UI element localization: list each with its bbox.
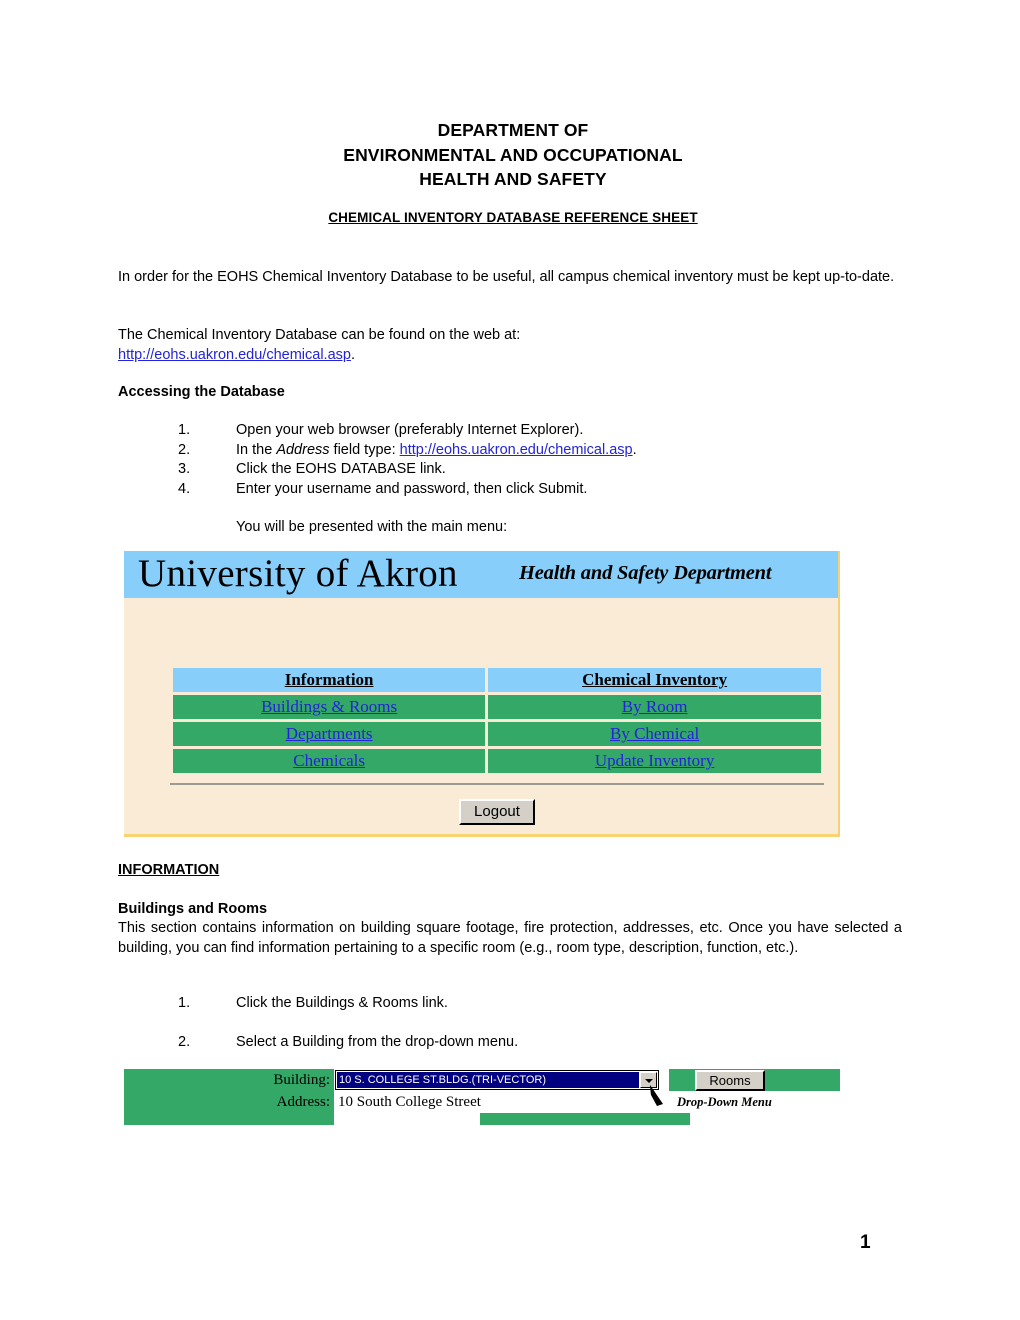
- page-title: DEPARTMENT OF ENVIRONMENTAL AND OCCUPATI…: [118, 118, 908, 192]
- step-text: Open your web browser (preferably Intern…: [236, 422, 584, 438]
- link-departments[interactable]: Departments: [173, 722, 486, 746]
- address-value: 10 South College Street: [338, 1094, 481, 1110]
- divider: [170, 783, 824, 787]
- step-number: 2.: [178, 441, 191, 458]
- step-text: Select a Building from the drop-down men…: [236, 1033, 519, 1050]
- title-line-3: HEALTH AND SAFETY: [419, 169, 607, 189]
- column-header-chemical-inventory: Chemical Inventory: [488, 668, 821, 692]
- buildings-and-rooms-subheading: Buildings and Rooms: [118, 901, 268, 917]
- list-item: 1. Click the Buildings & Rooms link.: [178, 994, 908, 1014]
- information-heading: INFORMATION: [118, 862, 220, 878]
- table-row: Buildings & Rooms By Room: [173, 695, 821, 719]
- step-text-after: field type:: [329, 441, 400, 458]
- main-menu-table: Information Chemical Inventory Buildings…: [170, 665, 824, 776]
- list-item: 3. Click the EOHS DATABASE link.: [178, 460, 908, 480]
- link-buildings-and-rooms[interactable]: Buildings & Rooms: [173, 695, 486, 719]
- university-logo-text: University of Akron: [138, 552, 458, 595]
- building-label: Building:: [124, 1069, 334, 1091]
- link-by-chemical[interactable]: By Chemical: [488, 722, 821, 746]
- step-number: 3.: [178, 461, 191, 477]
- database-url-link[interactable]: http://eohs.uakron.edu/chemical.asp: [118, 347, 351, 363]
- link-update-inventory[interactable]: Update Inventory: [488, 749, 821, 773]
- table-row: Chemicals Update Inventory: [173, 749, 821, 773]
- step-number: 2.: [178, 1033, 191, 1050]
- address-label: Address:: [124, 1091, 334, 1113]
- building-row: Building: 10 S. COLLEGE ST.BLDG.(TRI-VEC…: [124, 1069, 840, 1091]
- step-number: 1.: [178, 995, 191, 1011]
- accessing-steps-list: 1. Open your web browser (preferably Int…: [178, 421, 908, 499]
- list-item: 2. In the Address field type: http://eoh…: [178, 441, 908, 461]
- buildings-and-rooms-body: This section contains information on bui…: [118, 920, 902, 956]
- intro-paragraph-2-lead: The Chemical Inventory Database can be f…: [118, 327, 521, 343]
- step-text: Enter your username and password, then c…: [236, 480, 588, 497]
- step-text-before: In the: [236, 441, 277, 458]
- building-select-value: 10 S. COLLEGE ST.BLDG.(TRI-VECTOR): [337, 1072, 639, 1088]
- page-number: 1: [860, 1232, 871, 1253]
- accessing-heading: Accessing the Database: [118, 384, 285, 400]
- information-steps-list: 1. Click the Buildings & Rooms link. 2. …: [178, 994, 908, 1052]
- main-menu-screenshot: University of Akron Health and Safety De…: [124, 551, 840, 837]
- bottom-green-bar-right: [480, 1113, 690, 1125]
- document-subtitle: CHEMICAL INVENTORY DATABASE REFERENCE SH…: [328, 210, 698, 225]
- address-emphasis: Address: [276, 441, 330, 458]
- dropdown-callout-label: Drop-Down Menu: [677, 1095, 772, 1109]
- link-by-room[interactable]: By Room: [488, 695, 821, 719]
- list-item: 4. Enter your username and password, the…: [178, 480, 908, 500]
- column-header-information: Information: [173, 668, 486, 692]
- step-text: Click the EOHS DATABASE link.: [236, 461, 446, 477]
- list-item: 2. Select a Building from the drop-down …: [178, 1033, 908, 1053]
- step-trailing-period: .: [632, 441, 637, 458]
- step-text: In the Address field type: http://eohs.u…: [236, 441, 908, 461]
- step-number: 4.: [178, 480, 191, 497]
- intro-paragraph-2: The Chemical Inventory Database can be f…: [118, 326, 900, 365]
- step-text: Click the Buildings & Rooms link.: [236, 995, 448, 1011]
- app-banner: University of Akron Health and Safety De…: [124, 551, 838, 598]
- intro-paragraph-1: In order for the EOHS Chemical Inventory…: [118, 269, 895, 285]
- document-page: DEPARTMENT OF ENVIRONMENTAL AND OCCUPATI…: [0, 0, 1020, 1320]
- title-line-2: ENVIRONMENTAL AND OCCUPATIONAL: [343, 144, 683, 165]
- title-line-1: DEPARTMENT OF: [437, 120, 589, 140]
- step-number: 1.: [178, 422, 191, 438]
- link-chemicals[interactable]: Chemicals: [173, 749, 486, 773]
- database-url-link-step2[interactable]: http://eohs.uakron.edu/chemical.asp: [400, 442, 633, 458]
- table-row: Departments By Chemical: [173, 722, 821, 746]
- list-item: 1. Open your web browser (preferably Int…: [178, 421, 908, 441]
- bottom-green-bar-left: [124, 1113, 334, 1125]
- logout-button[interactable]: Logout: [459, 799, 535, 825]
- building-select[interactable]: 10 S. COLLEGE ST.BLDG.(TRI-VECTOR): [335, 1070, 659, 1090]
- rooms-button[interactable]: Rooms: [695, 1070, 765, 1091]
- department-banner-text: Health and Safety Department: [519, 562, 772, 584]
- table-header-row: Information Chemical Inventory: [173, 668, 821, 692]
- main-menu-note: You will be presented with the main menu…: [236, 519, 508, 535]
- building-dropdown-screenshot: Building: 10 S. COLLEGE ST.BLDG.(TRI-VEC…: [124, 1069, 840, 1125]
- url-period: .: [350, 346, 355, 363]
